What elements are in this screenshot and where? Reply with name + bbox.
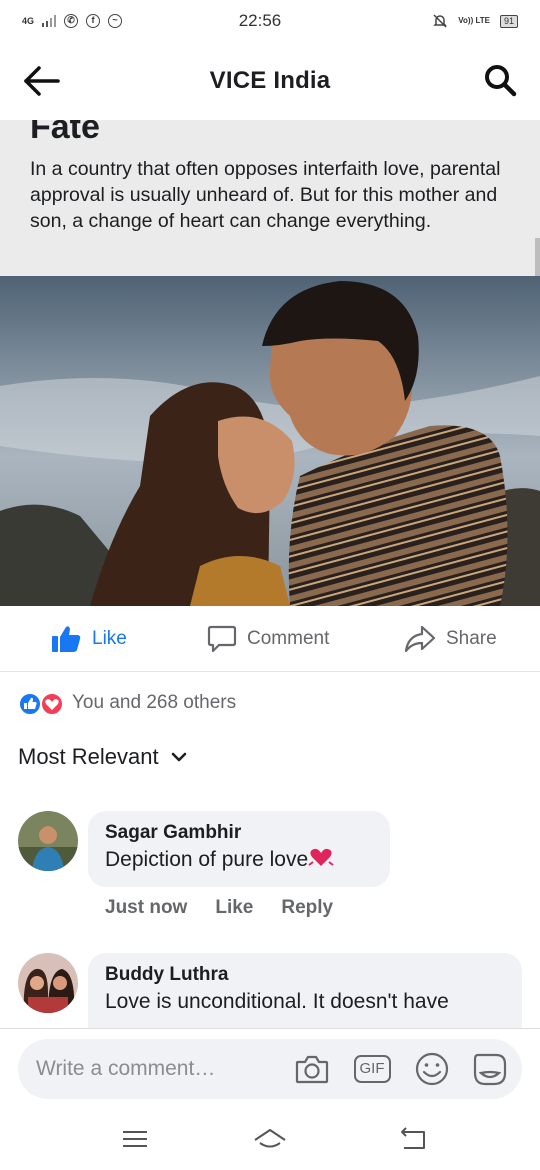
share-button[interactable]: Share bbox=[404, 624, 497, 654]
signal-icon bbox=[42, 15, 57, 27]
facebook-icon: f bbox=[86, 14, 101, 28]
avatar[interactable] bbox=[18, 953, 78, 1013]
status-left: 4G ✆ f ~ bbox=[22, 14, 222, 28]
comment-input[interactable]: Write a comment… GIF bbox=[18, 1039, 522, 1099]
comment-placeholder: Write a comment… bbox=[36, 1057, 216, 1080]
like-reaction-icon bbox=[18, 692, 42, 716]
comment-item: Sagar Gambhir Depiction of pure love Jus… bbox=[18, 811, 528, 931]
comment-author[interactable]: Sagar Gambhir bbox=[105, 821, 374, 845]
like-label: Like bbox=[92, 627, 127, 649]
comment-sort-dropdown[interactable]: Most Relevant bbox=[18, 744, 187, 770]
like-button[interactable]: Like bbox=[50, 624, 127, 654]
comment-time: Just now bbox=[105, 897, 188, 918]
home-icon[interactable] bbox=[253, 1124, 287, 1154]
thumbs-up-icon bbox=[52, 625, 81, 652]
messenger-icon: ~ bbox=[108, 14, 123, 28]
comment-composer-bar: Write a comment… GIF bbox=[0, 1028, 540, 1108]
status-bar: 4G ✆ f ~ 22:56 Vo)) LTE 91 bbox=[0, 0, 540, 42]
search-icon[interactable] bbox=[482, 62, 518, 98]
avatar[interactable] bbox=[18, 811, 78, 871]
reaction-icons bbox=[18, 690, 70, 716]
app-header: VICE India bbox=[0, 42, 540, 120]
share-arrow-icon bbox=[404, 625, 436, 652]
comment-bubble[interactable]: Sagar Gambhir Depiction of pure love bbox=[88, 811, 390, 887]
mute-bell-icon bbox=[433, 14, 448, 28]
share-label: Share bbox=[446, 627, 497, 649]
status-time: 22:56 bbox=[238, 11, 282, 30]
arrow-left-icon[interactable] bbox=[22, 64, 60, 98]
system-nav-bar bbox=[0, 1108, 540, 1170]
emoji-icon[interactable] bbox=[414, 1051, 450, 1087]
status-right: Vo)) LTE 91 bbox=[358, 13, 518, 29]
network-indicator: 4G bbox=[22, 15, 35, 26]
comment-button[interactable]: Comment bbox=[207, 624, 329, 654]
whatsapp-icon: ✆ bbox=[64, 14, 79, 28]
reactions-summary[interactable]: You and 268 others bbox=[18, 686, 236, 720]
screen: 4G ✆ f ~ 22:56 Vo)) LTE 91 VICE India Fa… bbox=[0, 0, 540, 1170]
battery-indicator: 91 bbox=[499, 14, 518, 28]
comment-text: Depiction of pure love bbox=[105, 845, 374, 875]
comment-text: Love is unconditional. It doesn't have bbox=[105, 990, 449, 1013]
sticker-icon[interactable] bbox=[472, 1051, 508, 1087]
love-reaction-icon bbox=[40, 692, 64, 716]
reactions-text: You and 268 others bbox=[72, 692, 237, 713]
volte-indicator: Vo)) LTE bbox=[458, 16, 490, 25]
couple-photo-illustration bbox=[0, 276, 540, 606]
post-actions: Like Comment Share bbox=[0, 606, 540, 672]
page-title: VICE India bbox=[209, 67, 331, 94]
comment-reply-link[interactable]: Reply bbox=[281, 897, 333, 919]
comment-text-body: Depiction of pure love bbox=[105, 848, 309, 871]
comment-item: Buddy Luthra Love is unconditional. It d… bbox=[18, 953, 528, 1063]
sort-label: Most Relevant bbox=[18, 744, 159, 769]
comment-author[interactable]: Buddy Luthra bbox=[105, 963, 506, 987]
heart-emoji-icon bbox=[308, 848, 334, 866]
gif-button[interactable]: GIF bbox=[353, 1051, 391, 1087]
article-headline: Fate bbox=[30, 120, 100, 146]
article-description: In a country that often opposes interfai… bbox=[30, 158, 501, 232]
camera-icon[interactable] bbox=[294, 1051, 330, 1087]
gif-label: GIF bbox=[353, 1055, 391, 1083]
comment-bubble-icon bbox=[207, 625, 237, 652]
comment-like-link[interactable]: Like bbox=[215, 897, 253, 919]
menu-icon[interactable] bbox=[118, 1124, 152, 1154]
article-photo[interactable] bbox=[0, 276, 540, 606]
back-icon[interactable] bbox=[396, 1124, 430, 1154]
article-card[interactable]: Fate In a country that often opposes int… bbox=[0, 120, 540, 276]
comment-meta: Just now Like Reply bbox=[105, 897, 333, 919]
comment-label: Comment bbox=[247, 627, 330, 649]
chevron-down-icon bbox=[171, 752, 186, 762]
